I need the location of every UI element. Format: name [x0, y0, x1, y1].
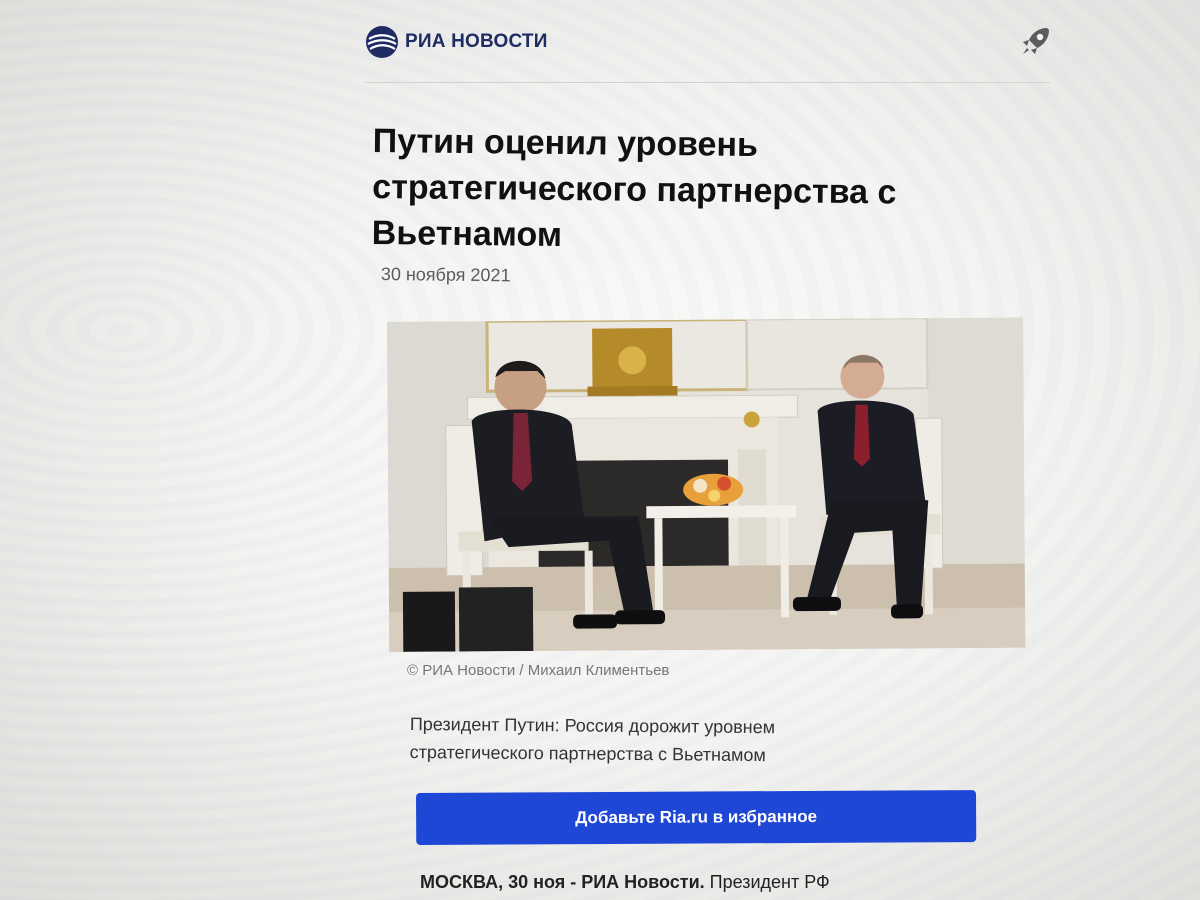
lead-line: Президент Путин: Россия дорожит уровнем — [409, 713, 776, 738]
lead-line: стратегического партнерства с Вьетнамом — [409, 741, 766, 766]
body-dateline: МОСКВА, 30 ноя - РИА Новости. — [420, 872, 705, 892]
site-logo[interactable]: РИА НОВОСТИ — [365, 24, 548, 60]
logo-text: РИА НОВОСТИ — [405, 31, 548, 52]
title-line: Путин оценил уровень — [372, 121, 759, 165]
title-line: Вьетнамом — [371, 213, 563, 254]
body-text: Президент РФ — [704, 872, 830, 892]
add-to-favorites-button[interactable]: Добавьте Ria.ru в избранное — [416, 790, 977, 845]
article-date: 30 ноября 2021 — [380, 264, 511, 286]
rocket-icon[interactable] — [1017, 22, 1055, 60]
article-body: МОСКВА, 30 ноя - РИА Новости. Президент … — [420, 872, 980, 893]
screen: РИА НОВОСТИ Путин оценил уровень стратег… — [0, 0, 1200, 900]
header-divider — [365, 82, 1050, 83]
article-lead: Президент Путин: Россия дорожит уровнем … — [410, 710, 930, 771]
meeting-photo-illustration — [387, 317, 1026, 652]
site-header: РИА НОВОСТИ — [365, 22, 1055, 82]
title-line: стратегического партнерства с — [372, 167, 897, 212]
photo-caption: © РИА Новости / Михаил Климентьев — [407, 662, 670, 679]
article-photo[interactable] — [387, 317, 1026, 652]
globe-icon — [366, 26, 398, 58]
article-title: Путин оценил уровень стратегического пар… — [372, 118, 993, 262]
